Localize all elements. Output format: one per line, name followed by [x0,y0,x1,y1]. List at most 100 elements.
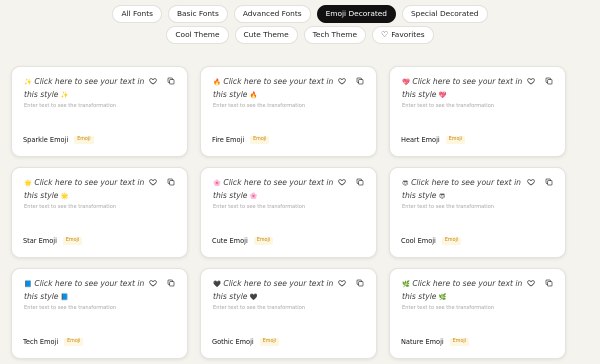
category-badge: Emoji [64,338,84,346]
style-name-row: Fire Emoji Emoji [212,136,270,144]
copy-icon[interactable] [167,77,175,85]
emoji-decoration: 💖 [402,78,410,86]
card-actions [527,77,553,85]
favorite-heart-icon[interactable] [149,279,157,287]
card-actions [149,178,175,186]
style-card[interactable]: 🌿 Click here to see your text in this st… [389,268,566,359]
style-preview-text[interactable]: 💖 Click here to see your text in this st… [402,76,534,101]
style-name: Sparkle Emoji [23,136,69,144]
emoji-decoration: 😎 [402,179,409,187]
emoji-decoration: 🔥 [213,78,221,86]
style-name-row: Cute Emoji Emoji [212,237,274,245]
copy-icon[interactable] [356,279,364,287]
hint-text: Enter text to see the transformation [24,305,117,311]
style-preview-text[interactable]: 🔥 Click here to see your text in this st… [213,76,345,101]
style-card[interactable]: ✨ Click here to see your text in this st… [11,66,188,157]
style-name-row: Star Emoji Emoji [23,237,83,245]
emoji-decoration: 💖 [438,90,447,99]
preview-text: Click here to see your text in this styl… [402,279,523,301]
style-card[interactable]: 📘 Click here to see your text in this st… [11,268,188,359]
preview-text: Click here to see your text in this styl… [24,77,145,99]
style-name-row: Nature Emoji Emoji [401,338,470,346]
card-actions [149,279,175,287]
style-card[interactable]: 🖤 Click here to see your text in this st… [200,268,377,359]
style-card[interactable]: 🔥 Click here to see your text in this st… [200,66,377,157]
emoji-decoration: 🔥 [249,90,258,99]
emoji-decoration: 🖤 [213,280,221,288]
emoji-decoration: 🌸 [213,179,221,187]
style-name: Fire Emoji [212,136,245,144]
category-badge: Emoji [250,136,270,144]
style-name: Gothic Emoji [212,338,254,346]
emoji-decoration: 🌟 [24,179,32,187]
style-preview-text[interactable]: 😎 Click here to see your text in this st… [402,177,534,202]
style-preview-text[interactable]: ✨ Click here to see your text in this st… [24,76,156,101]
style-preview-text[interactable]: 🖤 Click here to see your text in this st… [213,278,345,303]
favorite-heart-icon[interactable] [527,77,535,85]
style-preview-text[interactable]: 🌸 Click here to see your text in this st… [213,177,345,202]
emoji-decoration: 🌟 [60,191,69,200]
style-name-row: Gothic Emoji Emoji [212,338,280,346]
hint-text: Enter text to see the transformation [402,305,495,311]
card-actions [338,77,364,85]
preview-text: Click here to see your text in this styl… [402,77,523,99]
style-name-row: Tech Emoji Emoji [23,338,84,346]
card-actions [338,279,364,287]
hint-text: Enter text to see the transformation [402,204,495,210]
style-card[interactable]: 😎 Click here to see your text in this st… [389,167,566,258]
preview-text: Click here to see your text in this styl… [213,178,334,200]
card-actions [527,279,553,287]
style-name: Nature Emoji [401,338,444,346]
copy-icon[interactable] [167,279,175,287]
hint-text: Enter text to see the transformation [402,103,495,109]
emoji-decoration: 🌿 [402,280,410,288]
emoji-decoration: 🖤 [249,292,258,301]
style-name: Tech Emoji [23,338,59,346]
style-preview-text[interactable]: 🌿 Click here to see your text in this st… [402,278,534,303]
emoji-decoration: 🌿 [438,292,447,301]
style-name-row: Cool Emoji Emoji [401,237,462,245]
style-card[interactable]: 🌟 Click here to see your text in this st… [11,167,188,258]
emoji-decoration: 📘 [60,292,69,301]
preview-text: Click here to see your text in this styl… [213,279,334,301]
emoji-decoration: 🌸 [249,191,258,200]
style-preview-text[interactable]: 🌟 Click here to see your text in this st… [24,177,156,202]
copy-icon[interactable] [545,279,553,287]
favorite-heart-icon[interactable] [338,77,346,85]
favorite-heart-icon[interactable] [149,178,157,186]
category-badge: Emoji [441,237,462,245]
copy-icon[interactable] [545,77,553,85]
hint-text: Enter text to see the transformation [213,204,306,210]
emoji-decoration: ✨ [24,78,32,86]
style-name-row: Heart Emoji Emoji [401,136,466,144]
copy-icon[interactable] [545,178,553,186]
card-actions [527,178,553,186]
copy-icon[interactable] [167,178,175,186]
emoji-decoration: 📘 [24,280,32,288]
category-badge: Emoji [253,237,274,245]
style-preview-text[interactable]: 📘 Click here to see your text in this st… [24,278,156,303]
style-card[interactable]: 🌸 Click here to see your text in this st… [200,167,377,258]
preview-text: Click here to see your text in this styl… [213,77,334,99]
favorite-heart-icon[interactable] [149,77,157,85]
favorite-heart-icon[interactable] [527,279,535,287]
favorite-heart-icon[interactable] [338,279,346,287]
copy-icon[interactable] [356,77,364,85]
style-name: Star Emoji [23,237,57,245]
category-badge: Emoji [259,338,280,346]
font-style-grid: ✨ Click here to see your text in this st… [0,0,600,364]
category-badge: Emoji [445,136,466,144]
style-name: Cute Emoji [212,237,248,245]
hint-text: Enter text to see the transformation [24,204,117,210]
category-badge: Emoji [449,338,470,346]
copy-icon[interactable] [356,178,364,186]
hint-text: Enter text to see the transformation [213,305,306,311]
category-badge: Emoji [74,136,94,144]
preview-text: Click here to see your text in this styl… [24,279,145,301]
hint-text: Enter text to see the transformation [24,103,117,109]
favorite-heart-icon[interactable] [338,178,346,186]
style-card[interactable]: 💖 Click here to see your text in this st… [389,66,566,157]
preview-text: Click here to see your text in this styl… [402,178,521,200]
card-actions [149,77,175,85]
favorite-heart-icon[interactable] [527,178,535,186]
